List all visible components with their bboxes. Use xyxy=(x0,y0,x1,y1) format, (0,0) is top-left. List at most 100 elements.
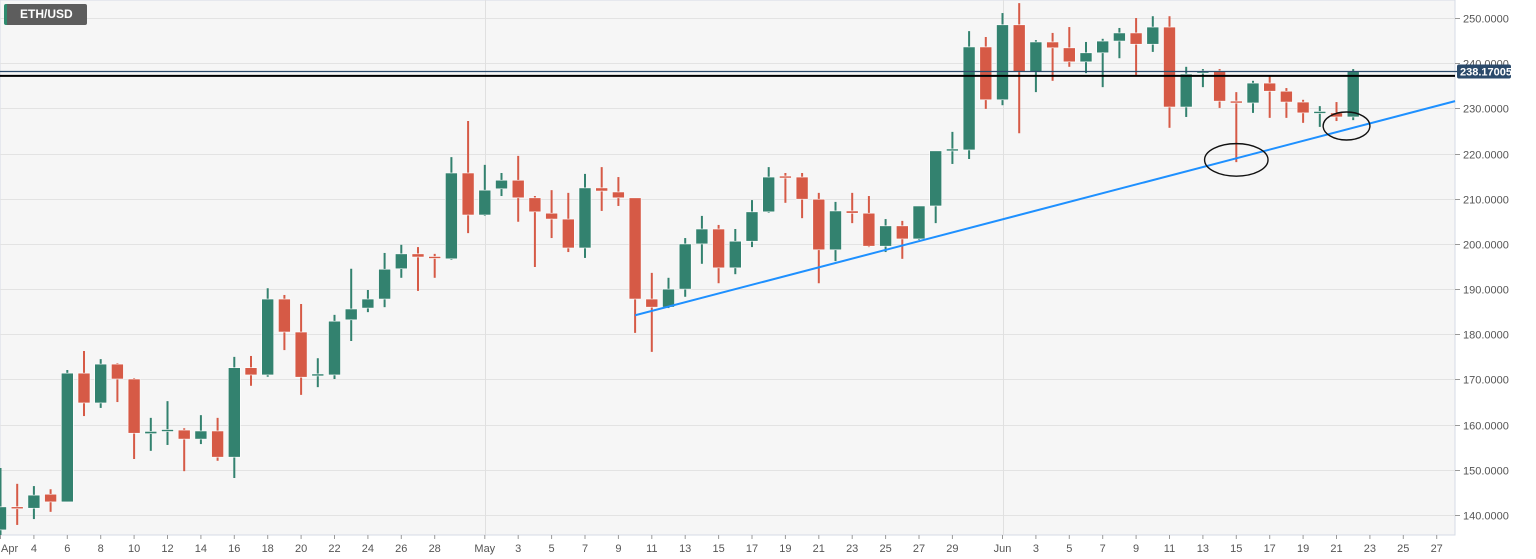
candle-body xyxy=(177,429,191,440)
candle-body xyxy=(595,187,609,192)
date-tick-label: 15 xyxy=(1230,543,1242,555)
price-axis[interactable]: 140.0000 150.0000 160.0000 170.0000 180.0000… xyxy=(1455,14,1509,523)
candle-body xyxy=(1129,32,1143,45)
candle-body xyxy=(1079,52,1093,63)
date-tick-label: 18 xyxy=(262,543,274,555)
price-tick-label: 250.0000 xyxy=(1463,14,1509,26)
symbol-label[interactable]: ETH/USD xyxy=(4,4,87,25)
price-tick-label: 160.0000 xyxy=(1463,421,1509,433)
candle-body xyxy=(1146,26,1160,45)
candle-body xyxy=(10,506,24,510)
candle-body xyxy=(645,298,659,308)
price-tick-label: 150.0000 xyxy=(1463,466,1509,478)
candle-apr-6 xyxy=(60,369,74,503)
candle-body xyxy=(728,240,742,269)
candle-body xyxy=(461,172,475,216)
candle-body xyxy=(612,191,625,199)
price-tick-label: 200.0000 xyxy=(1463,240,1509,252)
candle-body xyxy=(829,210,842,251)
date-tick-label: 25 xyxy=(1397,543,1409,555)
candle-may-13 xyxy=(678,238,692,297)
candle-body xyxy=(445,172,458,260)
candle-may-30 xyxy=(962,31,976,159)
candle-body xyxy=(545,212,558,220)
candle-body xyxy=(879,225,892,247)
candle-body xyxy=(144,431,158,434)
candle-body xyxy=(762,176,776,213)
candle-body xyxy=(895,225,909,240)
candle-body xyxy=(779,175,792,179)
candle-body xyxy=(44,493,57,503)
date-tick-label: 19 xyxy=(1297,543,1309,555)
candle-body xyxy=(912,205,926,240)
candle-body xyxy=(194,430,208,440)
date-tick-label: 13 xyxy=(1197,543,1209,555)
price-tick-label: 190.0000 xyxy=(1463,285,1509,297)
date-tick-label: Apr xyxy=(1,543,18,555)
date-tick-label: 23 xyxy=(1364,543,1376,555)
candle-body xyxy=(278,298,291,333)
candle-body xyxy=(1029,41,1043,73)
price-tick-label: 230.0000 xyxy=(1463,104,1509,116)
candle-body xyxy=(946,148,959,152)
candle-body xyxy=(1280,90,1293,103)
date-tick-label: 17 xyxy=(1264,543,1276,555)
price-tick-label: 220.0000 xyxy=(1463,150,1509,162)
candle-body xyxy=(862,212,876,247)
date-tick-label: 5 xyxy=(1066,543,1072,555)
candle-body xyxy=(294,331,308,378)
candle-body xyxy=(77,372,91,404)
candle-jun-1 xyxy=(996,13,1009,106)
date-axis[interactable]: Apr 4 6 8 10 12 14 16 18 20 22 24 26 28 May 3 5 7 9 11 13 15 1… xyxy=(0,535,1443,555)
date-tick-label: 22 xyxy=(328,543,340,555)
candle-body xyxy=(628,197,642,300)
date-tick-label: 21 xyxy=(1330,543,1342,555)
price-tick-label: 140.0000 xyxy=(1463,511,1509,523)
candle-body xyxy=(1313,111,1327,114)
candle-body xyxy=(1230,100,1243,104)
candle-body xyxy=(578,187,592,249)
candle-body xyxy=(712,228,725,269)
price-tick-label: 210.0000 xyxy=(1463,195,1509,207)
candle-body xyxy=(478,189,492,216)
candle-body xyxy=(311,373,325,377)
candle-apr-8 xyxy=(94,359,107,408)
candle-body xyxy=(1046,41,1059,49)
candle-body xyxy=(511,179,525,199)
candle-body xyxy=(344,308,358,321)
candle-body xyxy=(495,179,508,190)
date-tick-label: 19 xyxy=(779,543,791,555)
candle-body xyxy=(111,363,124,380)
date-tick-label: 17 xyxy=(746,543,758,555)
candle-body xyxy=(996,24,1009,101)
candle-body xyxy=(378,268,391,300)
date-tick-label: 23 xyxy=(846,543,858,555)
date-tick-label: 27 xyxy=(1431,543,1443,555)
date-tick-label: 16 xyxy=(228,543,240,555)
candle-body xyxy=(1346,71,1360,118)
candle-body xyxy=(1163,26,1176,108)
candle-body xyxy=(228,367,241,458)
candle-body xyxy=(127,378,141,434)
date-tick-label: 7 xyxy=(1100,543,1106,555)
candle-body xyxy=(962,46,976,151)
candle-body xyxy=(261,298,275,376)
date-tick-label: 5 xyxy=(549,543,555,555)
date-tick-label: 20 xyxy=(295,543,307,555)
candle-body xyxy=(1096,40,1109,54)
date-tick-label: 9 xyxy=(1133,543,1139,555)
date-tick-label: 28 xyxy=(429,543,441,555)
candle-body xyxy=(1246,82,1260,104)
candle-body xyxy=(745,211,759,242)
candle-body xyxy=(561,218,575,249)
candle-body xyxy=(161,429,174,432)
date-tick-label: 15 xyxy=(712,543,724,555)
candle-body xyxy=(60,372,74,503)
candle-body xyxy=(94,363,107,404)
candlestick-chart[interactable]: 140.0000 150.0000 160.0000 170.0000 180.0000… xyxy=(0,0,1536,559)
date-tick-label: 3 xyxy=(515,543,521,555)
date-tick-label: 3 xyxy=(1033,543,1039,555)
candle-body xyxy=(328,320,341,376)
candle-body xyxy=(1012,24,1026,73)
candle-body xyxy=(27,494,41,509)
